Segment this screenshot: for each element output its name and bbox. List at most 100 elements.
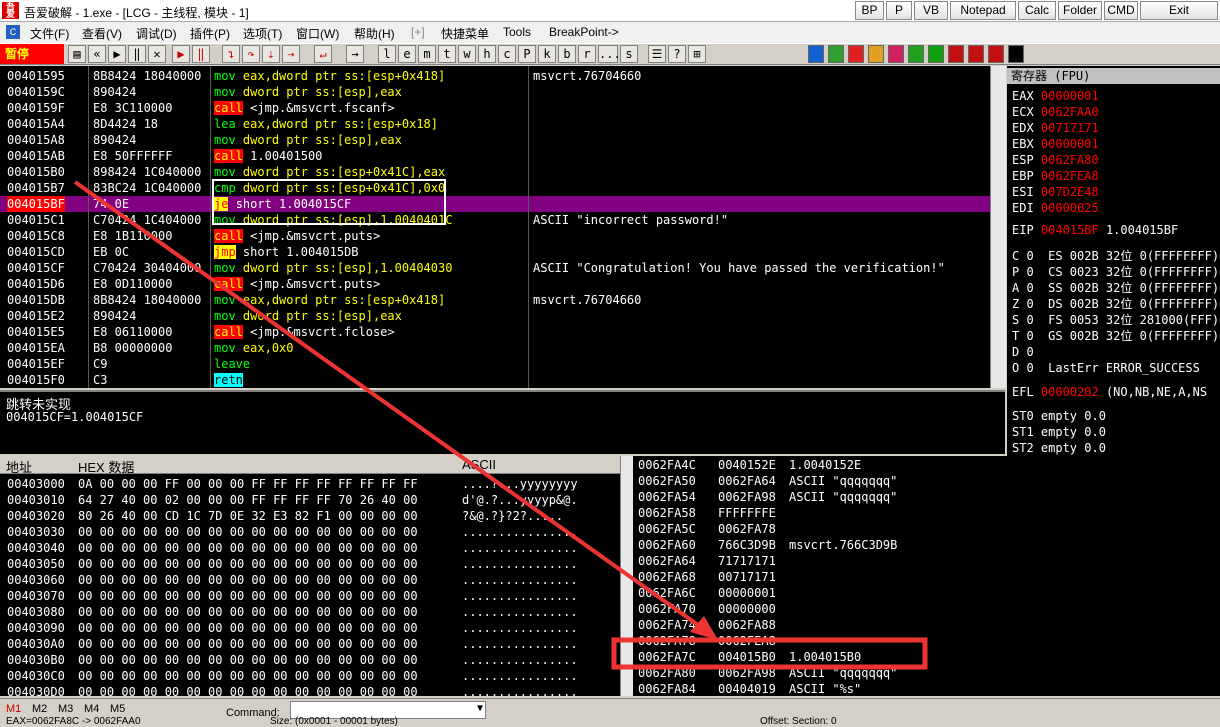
rewind-icon[interactable]: «: [88, 45, 106, 63]
trace-into-icon[interactable]: ⇣: [262, 45, 280, 63]
disasm-row[interactable]: 004015EF C9 leave: [0, 356, 990, 372]
calc-button[interactable]: Calc: [1018, 1, 1056, 20]
disasm-row[interactable]: 004015E2 890424 mov dword ptr ss:[esp],eax: [0, 308, 990, 324]
toolbar-green-icon[interactable]: [828, 45, 844, 63]
tab-m1[interactable]: M1: [6, 703, 21, 715]
disasm-row[interactable]: 004015AB E8 50FFFFFF call 1.00401500: [0, 148, 990, 164]
toolbar-po-icon[interactable]: [988, 45, 1004, 63]
toolbar-grid2-icon[interactable]: [928, 45, 944, 63]
flag-row[interactable]: Z 0 DS 002B 32位 0(FFFFFFFF): [1012, 296, 1217, 312]
go-to-icon[interactable]: →: [346, 45, 364, 63]
tab-m3[interactable]: M3: [58, 703, 73, 715]
chevron-down-icon[interactable]: ▼: [477, 703, 483, 714]
menu-tools[interactable]: Tools: [503, 25, 531, 39]
folder-button[interactable]: Folder: [1058, 1, 1102, 20]
run-icon[interactable]: ▶: [172, 45, 190, 63]
exit-button[interactable]: Exit: [1140, 1, 1218, 20]
handles-button[interactable]: h: [478, 45, 496, 63]
p-button[interactable]: P: [886, 1, 912, 20]
pause-icon[interactable]: ‖: [128, 45, 146, 63]
vb-button[interactable]: VB: [914, 1, 948, 20]
breakpoints-button[interactable]: b: [558, 45, 576, 63]
executables-button[interactable]: e: [398, 45, 416, 63]
disasm-row[interactable]: 004015B0 898424 1C040000 mov dword ptr ss:…: [0, 164, 990, 180]
register-esp[interactable]: ESP 0062FA80: [1012, 152, 1106, 168]
step-over-icon[interactable]: ↷: [242, 45, 260, 63]
register-ebp[interactable]: EBP 0062FEA8: [1012, 168, 1106, 184]
fpu-row[interactable]: ST2 empty 0.0: [1012, 440, 1106, 456]
memory-button[interactable]: m: [418, 45, 436, 63]
execute-till-return-icon[interactable]: ↵: [314, 45, 332, 63]
disasm-row[interactable]: 0040159C 890424 mov dword ptr ss:[esp],eax: [0, 84, 990, 100]
pause-red-icon[interactable]: ‖: [192, 45, 210, 63]
play-icon[interactable]: ▶: [108, 45, 126, 63]
open-icon[interactable]: ▤: [68, 45, 86, 63]
call-stack-button[interactable]: k: [538, 45, 556, 63]
windows-button[interactable]: w: [458, 45, 476, 63]
flag-row[interactable]: O 0 LastErr ERROR_SUCCESS: [1012, 360, 1217, 376]
fpu-row[interactable]: ST0 empty 0.0: [1012, 408, 1106, 424]
dump-pane[interactable]: 00403000 0A 00 00 00 FF 00 00 00 FF FF FF…: [0, 474, 620, 696]
disassembly-scrollbar[interactable]: [990, 66, 1006, 388]
trace-over-icon[interactable]: ⇢: [282, 45, 300, 63]
register-edi[interactable]: EDI 00000025: [1012, 200, 1106, 216]
disasm-row[interactable]: 004015C1 C70424 1C404000 mov dword ptr ss:…: [0, 212, 990, 228]
disasm-row[interactable]: 004015A4 8D4424 18 lea eax,dword ptr ss:[e…: [0, 116, 990, 132]
menu-view[interactable]: 查看(V): [82, 25, 122, 42]
step-into-icon[interactable]: ↴: [222, 45, 240, 63]
disasm-row[interactable]: 004015CF C70424 30404000 mov dword ptr ss:…: [0, 260, 990, 276]
toolbar-a-icon[interactable]: [848, 45, 864, 63]
menu-window[interactable]: 窗口(W): [296, 25, 339, 42]
tab-m2[interactable]: M2: [32, 703, 47, 715]
close-icon[interactable]: ✕: [148, 45, 166, 63]
register-esi[interactable]: ESI 007D2E48: [1012, 184, 1106, 200]
disasm-row[interactable]: 0040159F E8 3C110000 call <jmp.&msvcrt.fsc…: [0, 100, 990, 116]
toolbar-target-icon[interactable]: [888, 45, 904, 63]
disasm-row[interactable]: 004015A8 890424 mov dword ptr ss:[esp],eax: [0, 132, 990, 148]
disasm-row[interactable]: 004015C8 E8 1B110000 call <jmp.&msvcrt.put…: [0, 228, 990, 244]
register-eax[interactable]: EAX 00000001: [1012, 88, 1106, 104]
toolbar-black-icon[interactable]: [1008, 45, 1024, 63]
menu-help[interactable]: 帮助(H): [354, 25, 395, 42]
disasm-row[interactable]: 004015D6 E8 0D110000 call <jmp.&msvcrt.put…: [0, 276, 990, 292]
run-trace-button[interactable]: ...: [598, 45, 621, 63]
list-icon[interactable]: ☰: [648, 45, 666, 63]
dump-ascii-header[interactable]: ASCII: [462, 457, 496, 472]
cpu-button[interactable]: c: [498, 45, 516, 63]
menu-options[interactable]: 选项(T): [243, 25, 282, 42]
menu-shortcuts[interactable]: 快捷菜单: [441, 25, 489, 42]
disasm-row[interactable]: 004015E5 E8 06110000 call <jmp.&msvcrt.fcl…: [0, 324, 990, 340]
register-edx[interactable]: EDX 00717171: [1012, 120, 1106, 136]
toolbar-ai-icon[interactable]: [968, 45, 984, 63]
register-eip[interactable]: EIP 004015BF 1.004015BF: [1012, 222, 1178, 238]
toolbar-grid-icon[interactable]: [908, 45, 924, 63]
flag-row[interactable]: D 0: [1012, 344, 1217, 360]
toolbar-orange-icon[interactable]: [868, 45, 884, 63]
source-button[interactable]: s: [620, 45, 638, 63]
menu-plus[interactable]: [+]: [411, 25, 425, 39]
toolbar-wu-icon[interactable]: [948, 45, 964, 63]
references-button[interactable]: r: [578, 45, 596, 63]
disasm-row[interactable]: 004015F0 C3 retn: [0, 372, 990, 388]
flag-row[interactable]: S 0 FS 0053 32位 281000(FFF): [1012, 312, 1217, 328]
disasm-row[interactable]: 004015CD EB 0C jmp short 1.004015DB: [0, 244, 990, 260]
patches-button[interactable]: P: [518, 45, 536, 63]
register-ecx[interactable]: ECX 0062FAA0: [1012, 104, 1106, 120]
tab-m4[interactable]: M4: [84, 703, 99, 715]
fpu-row[interactable]: ST1 empty 0.0: [1012, 424, 1106, 440]
flag-row[interactable]: P 0 CS 0023 32位 0(FFFFFFFF): [1012, 264, 1217, 280]
disassembly-pane[interactable]: 00401595 8B8424 18040000 mov eax,dword ptr…: [0, 66, 990, 388]
flag-row[interactable]: C 0 ES 002B 32位 0(FFFFFFFF): [1012, 248, 1217, 264]
menu-plugins[interactable]: 插件(P): [190, 25, 230, 42]
notepad-button[interactable]: Notepad: [950, 1, 1016, 20]
bp-button[interactable]: BP: [855, 1, 884, 20]
stack-pane[interactable]: 0062FA4C 0040152E 1.0040152E 0062FA50 0062FA…: [633, 456, 1220, 696]
menu-file[interactable]: 文件(F): [30, 25, 69, 42]
menu-debug[interactable]: 调试(D): [136, 25, 177, 42]
toolbar-blue-icon[interactable]: [808, 45, 824, 63]
flag-row[interactable]: T 0 GS 002B 32位 0(FFFFFFFF): [1012, 328, 1217, 344]
disasm-row[interactable]: 004015B7 83BC24 1C040000 cmp dword ptr ss:…: [0, 180, 990, 196]
cmd-button[interactable]: CMD: [1104, 1, 1138, 20]
register-ebx[interactable]: EBX 00000001: [1012, 136, 1106, 152]
threads-button[interactable]: t: [438, 45, 456, 63]
